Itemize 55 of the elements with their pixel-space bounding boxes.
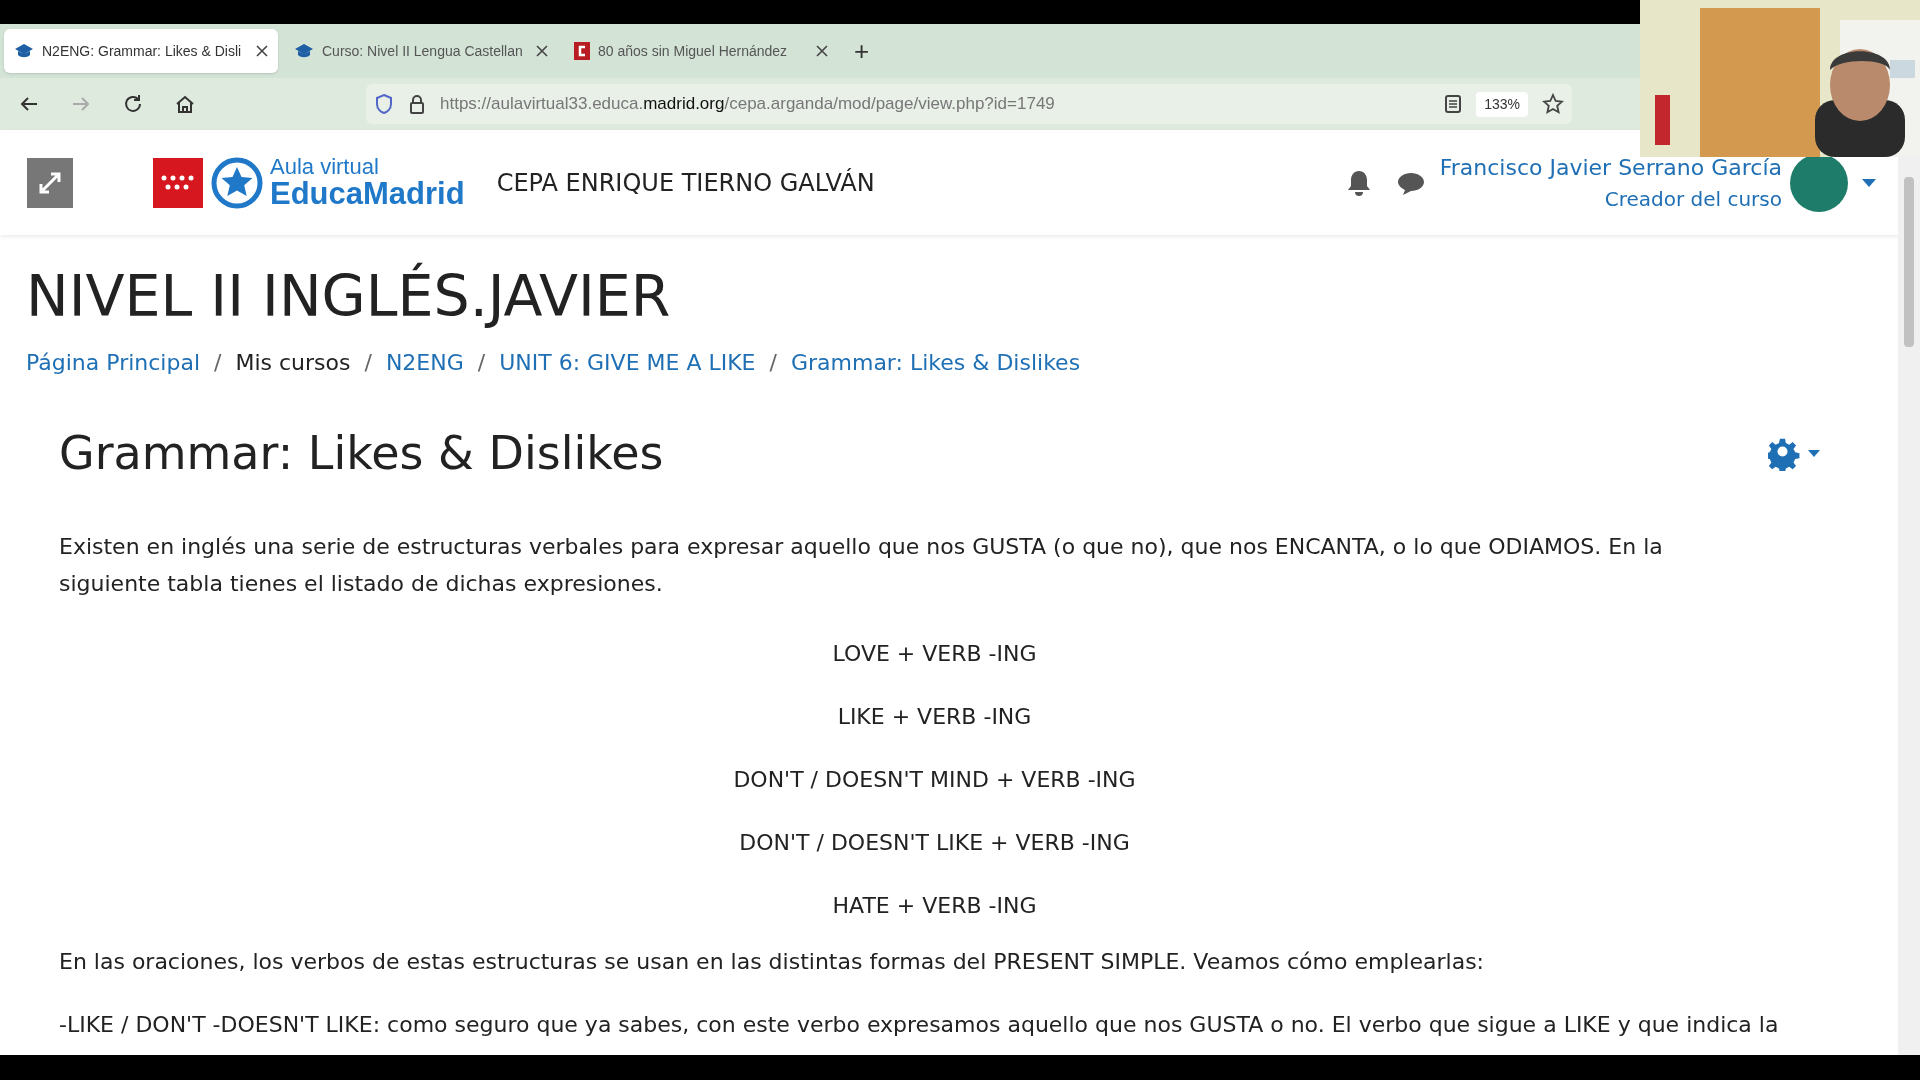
home-icon[interactable] xyxy=(174,93,196,115)
breadcrumb-link[interactable]: Página Principal xyxy=(26,346,200,380)
close-icon[interactable] xyxy=(256,45,268,57)
logo-subtitle: Aula virtual xyxy=(270,156,380,178)
reader-view-icon[interactable] xyxy=(1444,94,1463,114)
breadcrumb-separator: / xyxy=(769,349,777,378)
breadcrumb-separator: / xyxy=(477,349,486,378)
tab-title: Curso: Nivel II Lengua Castellan xyxy=(322,41,524,61)
browser-tab[interactable]: Curso: Nivel II Lengua Castellan xyxy=(284,29,558,73)
settings-icon xyxy=(1768,436,1802,471)
bell-icon[interactable] xyxy=(1345,168,1372,197)
structure-line: DON'T / DOESN'T MIND + VERB -ING xyxy=(733,766,1136,795)
breadcrumb-separator: / xyxy=(364,349,372,378)
site-icon xyxy=(574,42,590,60)
site-name[interactable]: CEPA ENRIQUE TIERNO GALVÁN xyxy=(496,164,875,201)
browser-tab[interactable]: 80 años sin Miguel Hernández xyxy=(564,29,838,73)
shield-icon xyxy=(374,93,394,115)
reload-icon[interactable] xyxy=(122,93,144,115)
structure-line: LIKE + VERB -ING xyxy=(837,703,1032,732)
section-heading: Grammar: Likes & Dislikes xyxy=(59,425,664,483)
url-text: https://aulavirtual33.educa.madrid.org/cepa.arganda/mod/page/view.php?id=1749 xyxy=(440,93,1055,116)
close-icon[interactable] xyxy=(536,45,548,57)
browser-tab[interactable]: N2ENG: Grammar: Likes & Disli xyxy=(4,29,278,73)
address-bar[interactable]: https://aulavirtual33.educa.madrid.org/cepa.arganda/mod/page/view.php?id=1749 133% xyxy=(366,84,1572,124)
body-paragraph: -LIKE / DON'T -DOESN'T LIKE: como seguro que ya sabes, con este verbo expresamos aquello que nos GUSTA o no. El verbo que sigue a LIKE y que indica la xyxy=(59,1011,1780,1040)
graduation-cap-icon xyxy=(14,43,34,59)
graduation-cap-icon xyxy=(294,43,314,59)
caret-icon[interactable] xyxy=(1862,178,1876,187)
star-logo-icon xyxy=(210,155,264,210)
body-paragraph: En las oraciones, los verbos de estas estructuras se usan en las distintas formas del PRESENT SIMPLE. Veamos cómo emplearlas: xyxy=(59,948,1485,977)
structure-line: DON'T / DOESN'T LIKE + VERB -ING xyxy=(739,829,1130,858)
star-icon[interactable] xyxy=(1542,93,1564,115)
breadcrumb-separator: / xyxy=(214,349,222,378)
breadcrumb-link[interactable]: UNIT 6: GIVE ME A LIKE xyxy=(499,346,756,380)
new-tab-button[interactable]: + xyxy=(854,31,870,71)
user-role: Creador del curso xyxy=(1604,186,1782,213)
tab-title: N2ENG: Grammar: Likes & Disli xyxy=(42,41,243,61)
close-icon[interactable] xyxy=(816,45,828,57)
logo-title: EducaMadrid xyxy=(270,178,465,209)
breadcrumb-link[interactable]: Grammar: Likes & Dislikes xyxy=(790,346,1081,380)
structure-line: HATE + VERB -ING xyxy=(832,892,1037,921)
zoom-level[interactable]: 133% xyxy=(1476,91,1528,117)
flag-icon xyxy=(153,157,203,208)
lock-icon xyxy=(408,93,426,115)
scrollbar[interactable] xyxy=(1898,157,1920,1055)
tab-title: 80 años sin Miguel Hernández xyxy=(598,41,789,61)
fullscreen-button[interactable] xyxy=(27,157,73,208)
user-name[interactable]: Francisco Javier Serrano García xyxy=(1439,151,1782,184)
page-title: NIVEL II INGLÉS.JAVIER xyxy=(26,261,672,331)
breadcrumb-link[interactable]: N2ENG xyxy=(385,346,464,380)
settings-menu[interactable] xyxy=(1768,436,1820,471)
structure-line: LOVE + VERB -ING xyxy=(832,640,1037,669)
intro-paragraph: Existen en inglés una serie de estructuras verbales para expresar aquello que nos GUSTA (o que no), que nos ENCANTA, o lo que ODIAMOS. En la siguiente tabla tienes el listado de dichas expresiones. xyxy=(59,533,1664,599)
breadcrumb-item: Mis cursos xyxy=(235,349,351,378)
caret-icon xyxy=(1808,450,1820,458)
